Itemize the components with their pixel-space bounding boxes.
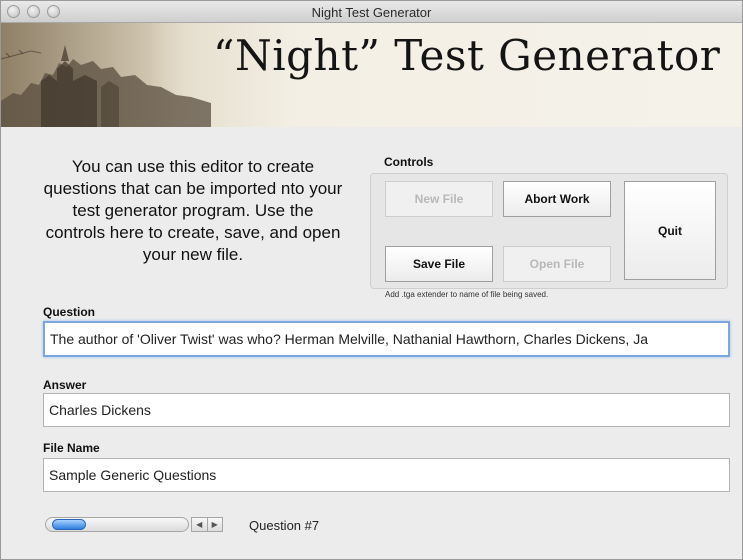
question-field[interactable]: The author of 'Oliver Twist' was who? He… xyxy=(43,321,730,357)
castle-illustration xyxy=(1,23,211,127)
arrow-left-icon[interactable]: ◀ xyxy=(192,518,207,531)
question-label: Question xyxy=(43,305,96,319)
app-window: Night Test Generator “Night” Test Genera… xyxy=(0,0,743,560)
new-file-button[interactable]: New File xyxy=(385,181,493,217)
abort-work-button[interactable]: Abort Work xyxy=(503,181,611,217)
header-banner: “Night” Test Generator xyxy=(1,23,742,127)
save-file-button[interactable]: Save File xyxy=(385,246,493,282)
answer-field[interactable]: Charles Dickens xyxy=(43,393,730,427)
banner-title: “Night” Test Generator xyxy=(213,31,721,80)
answer-label: Answer xyxy=(43,378,87,392)
file-name-field[interactable]: Sample Generic Questions xyxy=(43,458,730,492)
window-title: Night Test Generator xyxy=(311,5,432,20)
arrow-right-icon[interactable]: ▶ xyxy=(206,518,223,531)
quit-button[interactable]: Quit xyxy=(624,181,716,280)
scroll-arrows: ◀ ▶ xyxy=(191,517,223,532)
title-bar: Night Test Generator xyxy=(1,1,742,23)
question-number-label: Question #7 xyxy=(249,518,320,533)
scrollbar-thumb[interactable] xyxy=(52,519,86,530)
intro-text: You can use this editor to create questi… xyxy=(43,157,343,264)
file-name-label: File Name xyxy=(43,441,100,455)
controls-group-label: Controls xyxy=(384,155,434,169)
question-scrollbar[interactable]: ◀ ▶ xyxy=(45,516,223,533)
save-hint-text: Add .tga extender to name of file being … xyxy=(385,290,549,299)
scrollbar-track[interactable] xyxy=(45,517,189,532)
open-file-button[interactable]: Open File xyxy=(503,246,611,282)
